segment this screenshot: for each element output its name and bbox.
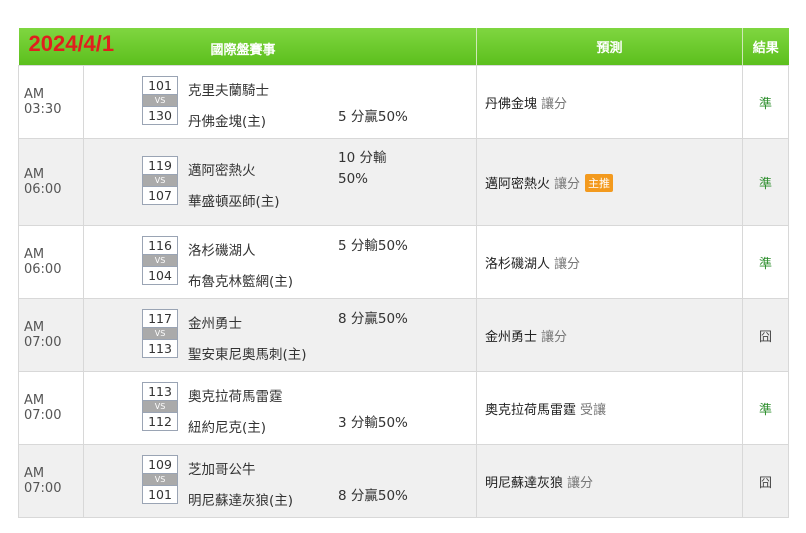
pick-team: 金州勇士 [485,329,538,345]
home-team: 華盛頓巫師(主) [188,194,280,210]
vs-label: VS [142,255,178,266]
vs-label: VS [142,95,178,106]
header-main: 2024/4/1 國際盤賽事 [18,28,477,66]
predictions-table: 2024/4/1 國際盤賽事 預測 結果 AM 03:30 101 VS 130… [18,28,789,518]
predictions-panel: 2024/4/1 國際盤賽事 預測 結果 AM 03:30 101 VS 130… [18,28,789,518]
prediction-cell: 丹佛金塊 讓分 [476,65,743,139]
table-row: AM 07:00 113 VS 112 奧克拉荷馬雷霆 紐約尼克(主) 3 分輸… [18,371,789,445]
home-team: 聖安東尼奧馬刺(主) [188,347,307,363]
home-number: 107 [142,186,178,205]
pick-type: 讓分 [554,256,581,272]
match-cell: 113 VS 112 奧克拉荷馬雷霆 紐約尼克(主) 3 分輸50% [83,371,477,445]
match-time: AM 07:00 [18,371,84,445]
table-row: AM 07:00 117 VS 113 金州勇士 聖安東尼奧馬刺(主) 8 分贏… [18,298,789,372]
prediction-cell: 奧克拉荷馬雷霆 受讓 [476,371,743,445]
match-time: AM 07:00 [18,298,84,372]
prediction-cell: 洛杉磯湖人 讓分 [476,225,743,299]
prediction-cell: 明尼蘇達灰狼 讓分 [476,444,743,518]
pick-type: 讓分 [567,475,594,491]
match-numbers: 116 VS 104 [142,236,178,285]
pick-team: 邁阿密熱火 [485,176,551,192]
result-mark: 準 [742,225,789,299]
table-header: 2024/4/1 國際盤賽事 預測 結果 [18,28,789,66]
prediction-header: 預測 [476,28,743,66]
away-number: 101 [142,76,178,95]
away-number: 116 [142,236,178,255]
pick-team: 奧克拉荷馬雷霆 [485,402,577,418]
match-time: AM 07:00 [18,444,84,518]
match-cell: 101 VS 130 克里夫蘭騎士 丹佛金塊(主) 5 分贏50% [83,65,477,139]
pick-type: 讓分 [554,176,581,192]
handicap-line: 8 分贏50% [338,311,408,327]
home-number: 101 [142,485,178,504]
table-row: AM 03:30 101 VS 130 克里夫蘭騎士 丹佛金塊(主) 5 分贏5… [18,65,789,139]
prediction-cell: 邁阿密熱火 讓分 主推 [476,138,743,226]
table-row: AM 07:00 109 VS 101 芝加哥公牛 明尼蘇達灰狼(主) 8 分贏… [18,444,789,518]
home-team: 明尼蘇達灰狼(主) [188,493,294,509]
match-numbers: 117 VS 113 [142,309,178,358]
home-number: 113 [142,339,178,358]
pick-team: 丹佛金塊 [485,96,538,112]
pick-type: 讓分 [541,329,568,345]
result-mark: 囧 [742,444,789,518]
away-number: 119 [142,156,178,175]
home-team: 紐約尼克(主) [188,420,267,436]
result-mark: 準 [742,371,789,445]
pick-type: 受讓 [580,402,607,418]
away-team: 奧克拉荷馬雷霆 [188,389,283,405]
handicap-line: 5 分贏50% [338,109,408,125]
match-cell: 116 VS 104 洛杉磯湖人 布魯克林籃網(主) 5 分輸50% [83,225,477,299]
result-mark: 準 [742,65,789,139]
date-label: 2024/4/1 [28,31,115,56]
away-team: 克里夫蘭騎士 [188,83,269,99]
away-number: 117 [142,309,178,328]
match-cell: 119 VS 107 邁阿密熱火 華盛頓巫師(主) 10 分輸 50% [83,138,477,226]
home-team: 布魯克林籃網(主) [188,274,294,290]
vs-label: VS [142,175,178,186]
handicap-line: 3 分輸50% [338,415,408,431]
match-numbers: 113 VS 112 [142,382,178,431]
away-team: 邁阿密熱火 [188,163,256,179]
table-row: AM 06:00 119 VS 107 邁阿密熱火 華盛頓巫師(主) 10 分輸… [18,138,789,226]
match-numbers: 101 VS 130 [142,76,178,125]
away-team: 金州勇士 [188,316,242,332]
pick-team: 明尼蘇達灰狼 [485,475,564,491]
featured-badge: 主推 [585,173,614,192]
away-team: 洛杉磯湖人 [188,243,256,259]
result-header: 結果 [742,28,789,66]
prediction-cell: 金州勇士 讓分 [476,298,743,372]
match-cell: 109 VS 101 芝加哥公牛 明尼蘇達灰狼(主) 8 分贏50% [83,444,477,518]
pick-team: 洛杉磯湖人 [485,256,551,272]
vs-label: VS [142,474,178,485]
away-number: 109 [142,455,178,474]
away-team: 芝加哥公牛 [188,462,256,478]
home-number: 104 [142,266,178,285]
match-time: AM 06:00 [18,138,84,226]
handicap-line: 10 分輸 50% [338,150,387,187]
vs-label: VS [142,328,178,339]
handicap-line: 5 分輸50% [338,238,408,254]
result-mark: 準 [742,138,789,226]
home-number: 112 [142,412,178,431]
handicap-line: 8 分贏50% [338,488,408,504]
table-row: AM 06:00 116 VS 104 洛杉磯湖人 布魯克林籃網(主) 5 分輸… [18,225,789,299]
result-mark: 囧 [742,298,789,372]
main-title: 國際盤賽事 [210,43,276,58]
match-cell: 117 VS 113 金州勇士 聖安東尼奧馬刺(主) 8 分贏50% [83,298,477,372]
match-numbers: 119 VS 107 [142,156,178,205]
vs-label: VS [142,401,178,412]
home-team: 丹佛金塊(主) [188,114,267,130]
away-number: 113 [142,382,178,401]
match-numbers: 109 VS 101 [142,455,178,504]
match-time: AM 06:00 [18,225,84,299]
pick-type: 讓分 [541,96,568,112]
match-time: AM 03:30 [18,65,84,139]
home-number: 130 [142,106,178,125]
